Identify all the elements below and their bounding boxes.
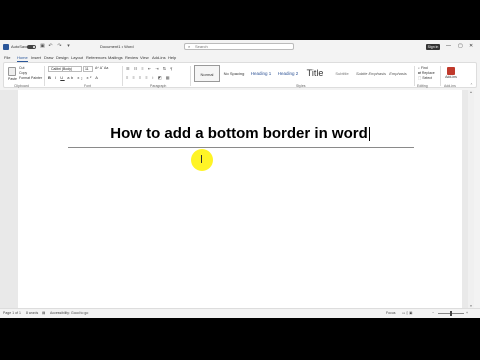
style-heading-1[interactable]: Heading 1 [248,65,274,82]
page-count[interactable]: Page 1 of 1 [3,311,21,316]
clipboard-icon[interactable] [8,67,16,76]
search-icon: ⌕ [188,44,191,49]
close-button[interactable]: ✕ [469,43,473,50]
autosave-label: AutoSave [11,44,29,49]
focus-button[interactable]: Focus [386,311,396,316]
i-beam-cursor-icon [201,155,202,163]
tab-review[interactable]: Review [125,55,138,61]
divider [190,66,191,86]
font-size-select[interactable]: 11 [83,66,93,72]
style-subtle-emphasis[interactable]: Subtle Emphasis [356,65,386,82]
redo-icon[interactable]: ↷ [57,44,62,49]
font-format-row[interactable]: B I U ab x₂ x² A [48,75,99,80]
bottom-border-line [68,147,414,148]
tab-insert[interactable]: Insert [31,55,41,61]
alignment-buttons-row[interactable]: ≡ ≡ ≡ ≡ ↕ ◩ ▦ [126,75,171,80]
select-button[interactable]: ⬚ Select [418,76,435,81]
tab-file[interactable]: File [4,55,10,61]
tab-home[interactable]: Home [17,55,28,62]
paragraph-group-label: Paragraph [150,84,167,88]
sign-in-button[interactable]: Sign in [426,44,440,50]
add-ins-icon [447,67,455,75]
format-painter-button[interactable]: Format Painter [19,76,42,81]
tab-design[interactable]: Design [56,55,68,61]
divider [440,66,441,86]
style-subtitle[interactable]: Subtitle [329,65,355,82]
font-family-select[interactable]: Calibri (Body) [48,66,82,72]
proofing-icon[interactable]: ▤ [42,311,45,316]
save-icon[interactable]: ▣ [40,44,45,49]
text-cursor [368,127,370,142]
search-box[interactable]: ⌕ [184,43,294,50]
zoom-in-icon[interactable]: + [466,311,468,316]
style-emphasis[interactable]: Emphasis [385,65,411,82]
style-title[interactable]: Title [302,65,328,82]
document-area: How to add a bottom border in word [0,90,474,308]
styles-gallery: Normal No Spacing Heading 1 Heading 2 Ti… [194,65,412,83]
search-input[interactable] [195,44,291,49]
font-group-label: Font [84,84,92,88]
add-ins-button[interactable]: Add-ins [444,67,458,85]
style-no-spacing[interactable]: No Spacing [221,65,247,82]
list-buttons-row[interactable]: ☰ ☷ ≡ ⇤ ⇥ ⇅ ¶ [126,66,174,71]
document-title: Document1 • Word [100,44,134,49]
status-bar: Page 1 of 1 8 words ▤ Accessibility: Goo… [0,308,480,318]
cursor-highlight [191,149,213,171]
divider [414,66,415,86]
divider [122,66,123,86]
vertical-scrollbar[interactable]: ▲ ▼ [468,90,474,308]
zoom-out-icon[interactable]: − [432,311,434,316]
divider [44,66,45,86]
styles-group-label: Styles [296,84,306,88]
title-bar: AutoSave ▣ ↶ ↷ ▾ Document1 • Word ⌕ Sign… [0,40,480,54]
select-label: Select [422,76,433,80]
tab-draw[interactable]: Draw [44,55,53,61]
collapse-ribbon-icon[interactable]: ⌃ [470,83,473,88]
tab-help[interactable]: Help [168,55,176,61]
font-grow-icon[interactable]: A^ Aˇ Aa [95,66,108,71]
ribbon: Paste Cut Copy Format Painter Clipboard … [3,62,477,88]
zoom-slider-handle[interactable] [450,311,452,316]
add-ins-group-label: Add-ins [444,84,456,88]
find-label: Find [420,66,428,70]
style-normal[interactable]: Normal [194,65,220,82]
editing-group: ⌕ Find ⇄ Replace ⬚ Select [418,66,435,81]
minimize-button[interactable]: — [446,43,451,50]
accessibility-status[interactable]: Accessibility: Good to go [50,311,88,316]
undo-icon[interactable]: ↶ [48,44,53,49]
replace-label: Replace [421,71,435,75]
tab-layout[interactable]: Layout [71,55,83,61]
word-window: AutoSave ▣ ↶ ↷ ▾ Document1 • Word ⌕ Sign… [0,40,480,318]
tab-view[interactable]: View [140,55,149,61]
paste-button[interactable]: Paste [8,77,17,81]
scroll-up-icon[interactable]: ▲ [468,90,474,94]
style-heading-2[interactable]: Heading 2 [275,65,301,82]
clipboard-group-label: Clipboard [14,84,29,88]
autosave-toggle[interactable] [27,45,36,49]
add-ins-label: Add-ins [445,75,457,79]
editing-group-label: Editing [417,84,428,88]
tab-add-ins[interactable]: Add-ins [152,55,166,61]
tab-mailings[interactable]: Mailings [108,55,123,61]
ribbon-tabs: File Home Insert Draw Design Layout Refe… [0,54,480,62]
word-logo-icon [3,44,9,50]
document-heading[interactable]: How to add a bottom border in word [18,124,462,144]
heading-text: How to add a bottom border in word [110,125,368,142]
view-mode-icons[interactable]: ▭ ▯ ▣ [402,311,413,316]
word-count[interactable]: 8 words [26,311,38,316]
customize-toolbar-icon[interactable]: ▾ [66,44,71,49]
tab-references[interactable]: References [86,55,106,61]
document-page[interactable]: How to add a bottom border in word [18,90,462,308]
maximize-button[interactable]: ▢ [458,43,463,50]
